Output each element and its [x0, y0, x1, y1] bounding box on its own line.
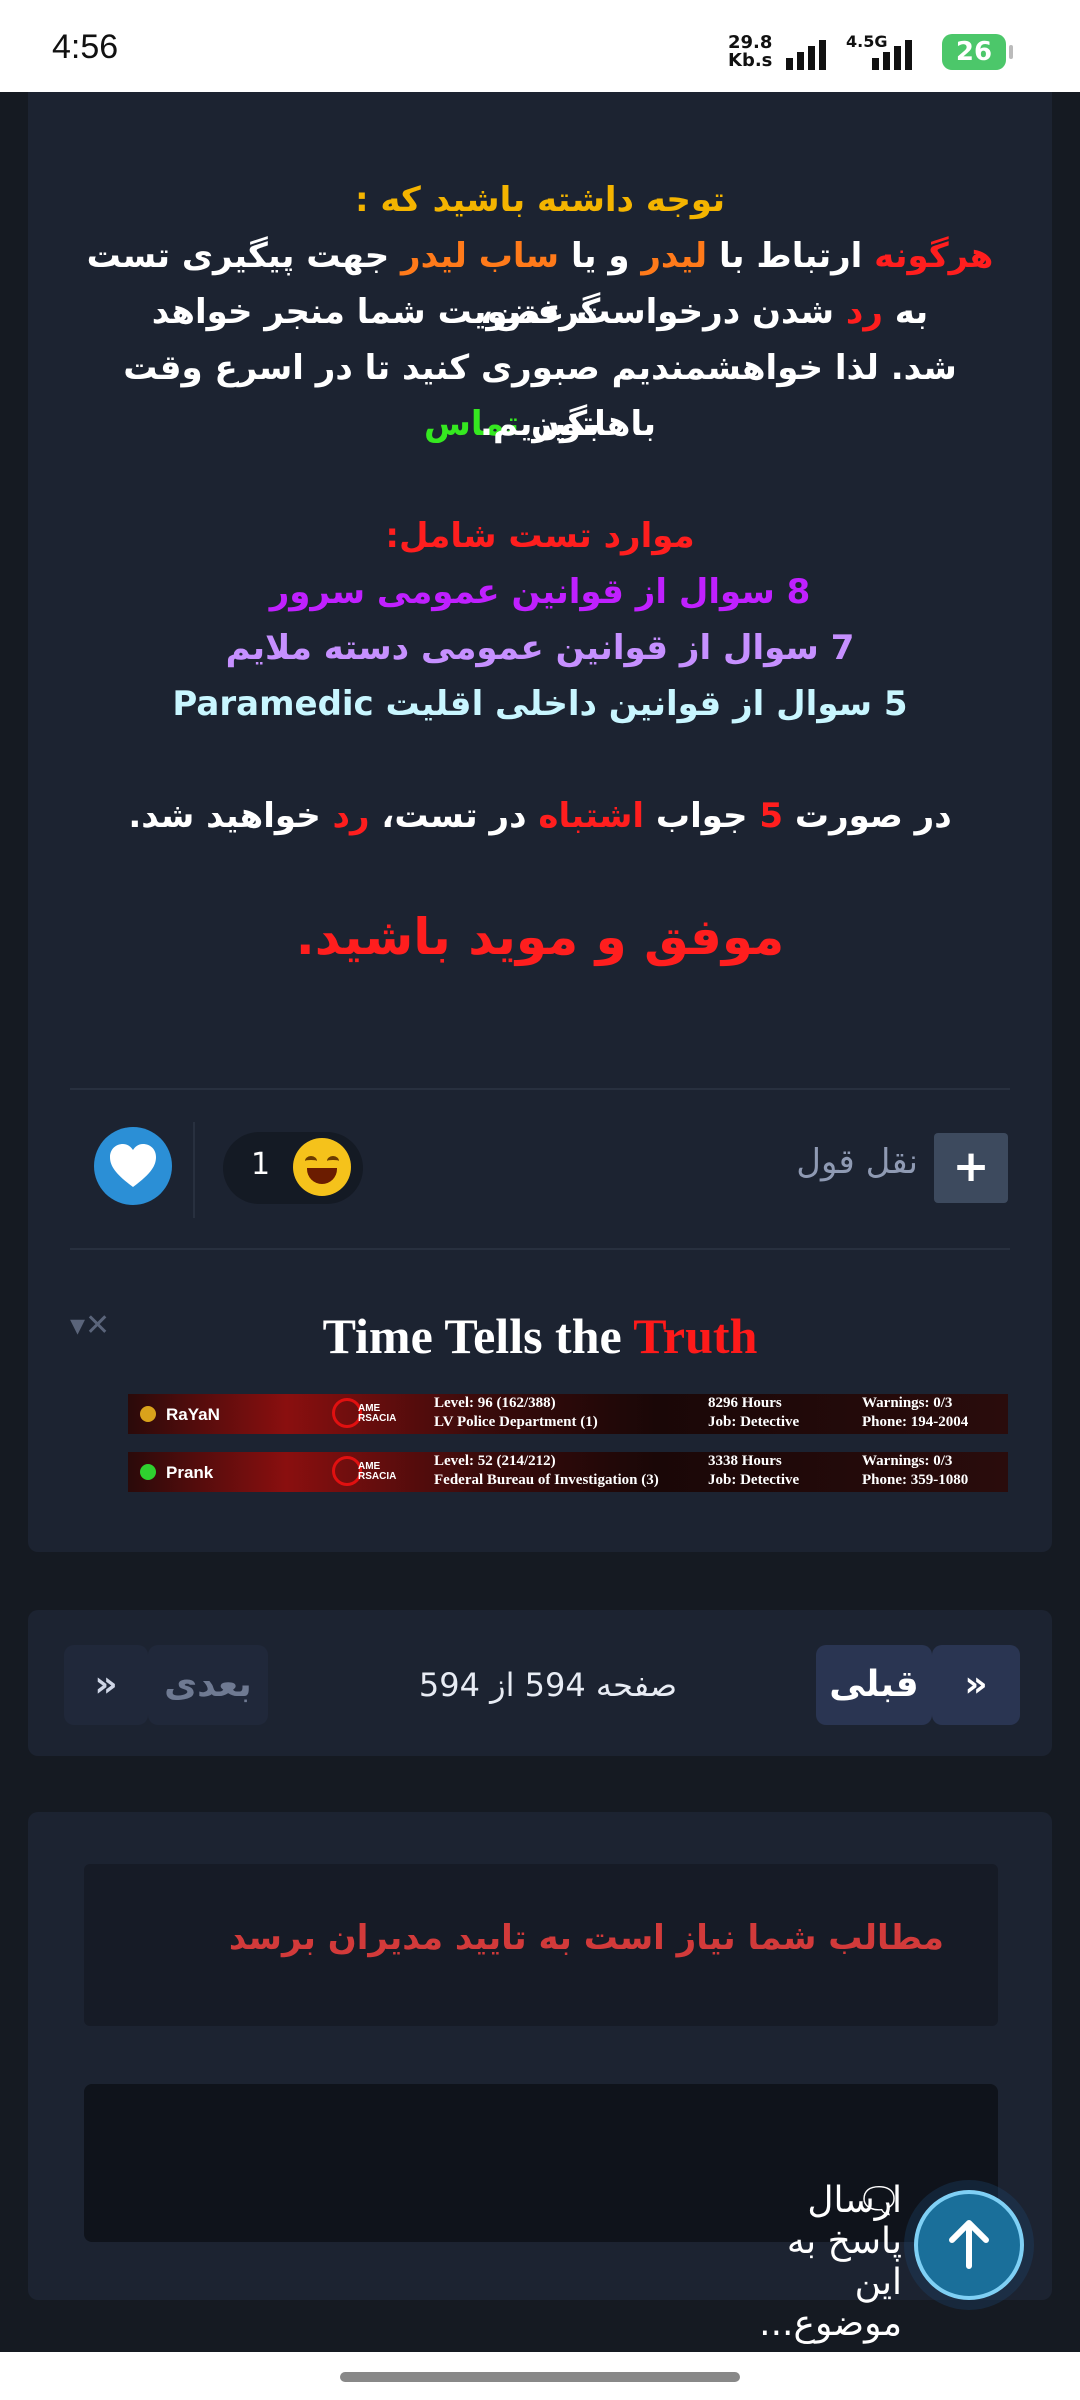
player-hours: 8296 Hours [708, 1395, 782, 1411]
text-fragment: 5 [759, 796, 784, 836]
battery-icon: 26 [942, 34, 1013, 70]
text-fragment: اشتباه [538, 796, 645, 836]
player-name: RaYaN [166, 1405, 220, 1424]
test-item: 5 سوال از قوانین داخلی اقلیت Paramedic [172, 684, 908, 724]
text-fragment: لیدر [641, 236, 708, 276]
player-dept: Federal Bureau of Investigation (3) [434, 1472, 659, 1488]
quote-add-button[interactable]: + [934, 1133, 1008, 1203]
test-item: 7 سوال از قوانین عمومی دسته ملایم [225, 628, 855, 668]
next-page-button[interactable]: بعدی [148, 1645, 268, 1725]
post-line-3: به رد شدن درخواست عضویت شما منجر خواهد [68, 284, 1012, 340]
laughing-emoji-icon [293, 1138, 351, 1196]
fail-rule: در صورت 5 جواب اشتباه در تست، رد خواهید … [68, 788, 1012, 844]
moderation-notice: مطالب شما نیاز است به تایید مدیران برسد [84, 1864, 998, 2026]
player-level: Level: 52 (214/212) [434, 1453, 556, 1469]
speed-unit: Kb.s [728, 50, 773, 71]
clock: 4:56 [52, 28, 119, 66]
player-banner: Prank AME RSACIA Level: 52 (214/212) Fede… [128, 1452, 1008, 1492]
text-fragment: هرگونه [874, 236, 994, 276]
test-heading: موارد تست شامل: [385, 516, 695, 556]
player-warnings: Warnings: 0/3 [862, 1395, 953, 1411]
text-fragment: در صورت [783, 796, 952, 836]
logo-text: AME RSACIA [358, 1462, 396, 1482]
text-fragment: جواب [644, 796, 760, 836]
text-fragment: در تست، [369, 796, 539, 836]
player-banner: RaYaN AME RSACIA Level: 96 (162/388) LV P… [128, 1394, 1008, 1434]
text-fragment: ساب لیدر [401, 236, 560, 276]
post-line-5: بگیریم. [480, 404, 600, 444]
divider [70, 1088, 1010, 1090]
status-dot-icon [140, 1464, 156, 1480]
text-fragment: رد [332, 796, 370, 836]
player-job: Job: Detective [708, 1472, 800, 1488]
status-dot-icon [140, 1406, 156, 1422]
reply-input[interactable]: 🗨 ارسال پاسخ به این موضوع... [84, 2084, 998, 2344]
text-fragment: Time Tells the [322, 1308, 634, 1364]
divider [193, 1122, 195, 1218]
logo-text-bottom: RSACIA [358, 1471, 397, 1482]
text-fragment: شدن درخواست عضویت شما منجر خواهد [151, 292, 846, 332]
moderation-notice-text: مطالب شما نیاز است به تایید مدیران برسد [228, 1918, 944, 1958]
first-page-button[interactable]: » [932, 1645, 1020, 1725]
signal-icon-2 [872, 36, 922, 70]
status-bar: 4:56 29.8 Kb.s 4.5G 26 [0, 0, 1080, 92]
test-item: 8 سوال از قوانین عمومی سرور [269, 572, 811, 612]
network-speed: 29.8 Kb.s [728, 34, 772, 70]
reply-card: مطالب شما نیاز است به تایید مدیران برسد … [28, 1812, 1052, 2344]
reply-placeholder-text: ارسال پاسخ به این موضوع... [759, 2180, 902, 2344]
system-nav-bar [0, 2352, 1080, 2400]
page-info[interactable]: صفحه 594 از 594 [328, 1645, 768, 1725]
reaction-count: 1 [251, 1147, 271, 1182]
heart-react-button[interactable] [94, 1127, 172, 1205]
text-fragment: به [882, 292, 929, 332]
scroll-to-top-button[interactable] [914, 2190, 1024, 2300]
notice-heading: توجه داشته باشید که : [354, 180, 726, 220]
last-page-button[interactable]: » [64, 1645, 148, 1725]
heart-icon [110, 1144, 156, 1187]
player-dept: LV Police Department (1) [434, 1414, 598, 1430]
player-level: Level: 96 (162/388) [434, 1395, 556, 1411]
pagination: » بعدی صفحه 594 از 594 قبلی » [28, 1610, 1052, 1756]
player-warnings: Warnings: 0/3 [862, 1453, 953, 1469]
home-gesture-handle[interactable] [340, 2372, 740, 2382]
text-fragment: Truth [633, 1308, 758, 1364]
arrow-up-icon [949, 2220, 989, 2269]
prev-page-button[interactable]: قبلی [816, 1645, 932, 1725]
player-phone: Phone: 194-2004 [862, 1414, 969, 1430]
signature-title: Time Tells the Truth [28, 1307, 1052, 1365]
player-name: Prank [166, 1463, 214, 1482]
text-fragment: رد [845, 292, 883, 332]
divider [70, 1248, 1010, 1250]
battery-level: 26 [955, 37, 993, 67]
text-fragment: و یا [559, 236, 642, 276]
text-fragment: ارتباط با [707, 236, 875, 276]
logo-text-bottom: RSACIA [358, 1413, 397, 1424]
text-fragment: خواهید شد. [128, 796, 333, 836]
reaction-summary[interactable]: 1 [223, 1132, 363, 1204]
player-job: Job: Detective [708, 1414, 800, 1430]
quote-button[interactable]: نقل قول [758, 1142, 918, 1182]
post-card: توجه داشته باشید که : هرگونه ارتباط با ل… [28, 92, 1052, 1552]
logo-text: AME RSACIA [358, 1404, 396, 1424]
player-hours: 3338 Hours [708, 1453, 782, 1469]
closing-line: موفق و موید باشید. [295, 908, 785, 966]
player-phone: Phone: 359-1080 [862, 1472, 969, 1488]
signal-icon [786, 36, 836, 70]
